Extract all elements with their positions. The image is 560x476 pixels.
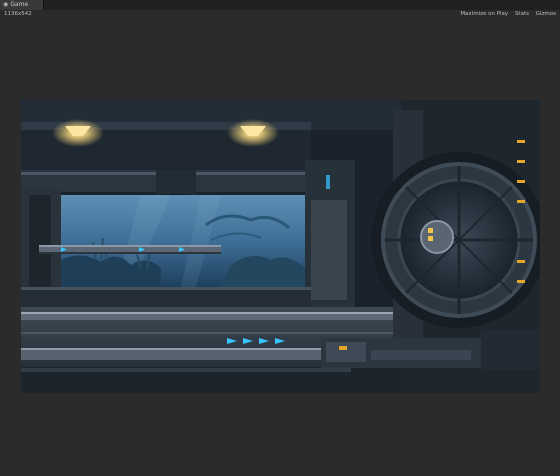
toolbar-right-group: Maximize on Play Stats Gizmos — [455, 10, 556, 19]
gizmos-dropdown[interactable]: Gizmos — [536, 11, 556, 17]
resolution-dropdown[interactable]: 1136x542 — [4, 10, 32, 19]
game-view-toolbar: 1136x542 Maximize on Play Stats Gizmos — [0, 10, 560, 19]
tab-game-label: Game — [10, 1, 29, 8]
game-scene — [21, 100, 540, 393]
game-view-icon: ◉ — [3, 1, 9, 8]
stats-toggle[interactable]: Stats — [515, 11, 529, 17]
maximize-on-play-toggle[interactable]: Maximize on Play — [460, 11, 508, 17]
game-viewport[interactable] — [21, 100, 540, 393]
floating-platform — [39, 245, 221, 254]
tab-game[interactable]: ◉ Game — [0, 0, 44, 10]
ceiling-lamp-left — [52, 119, 104, 147]
ceiling-lamp-right — [227, 119, 279, 147]
